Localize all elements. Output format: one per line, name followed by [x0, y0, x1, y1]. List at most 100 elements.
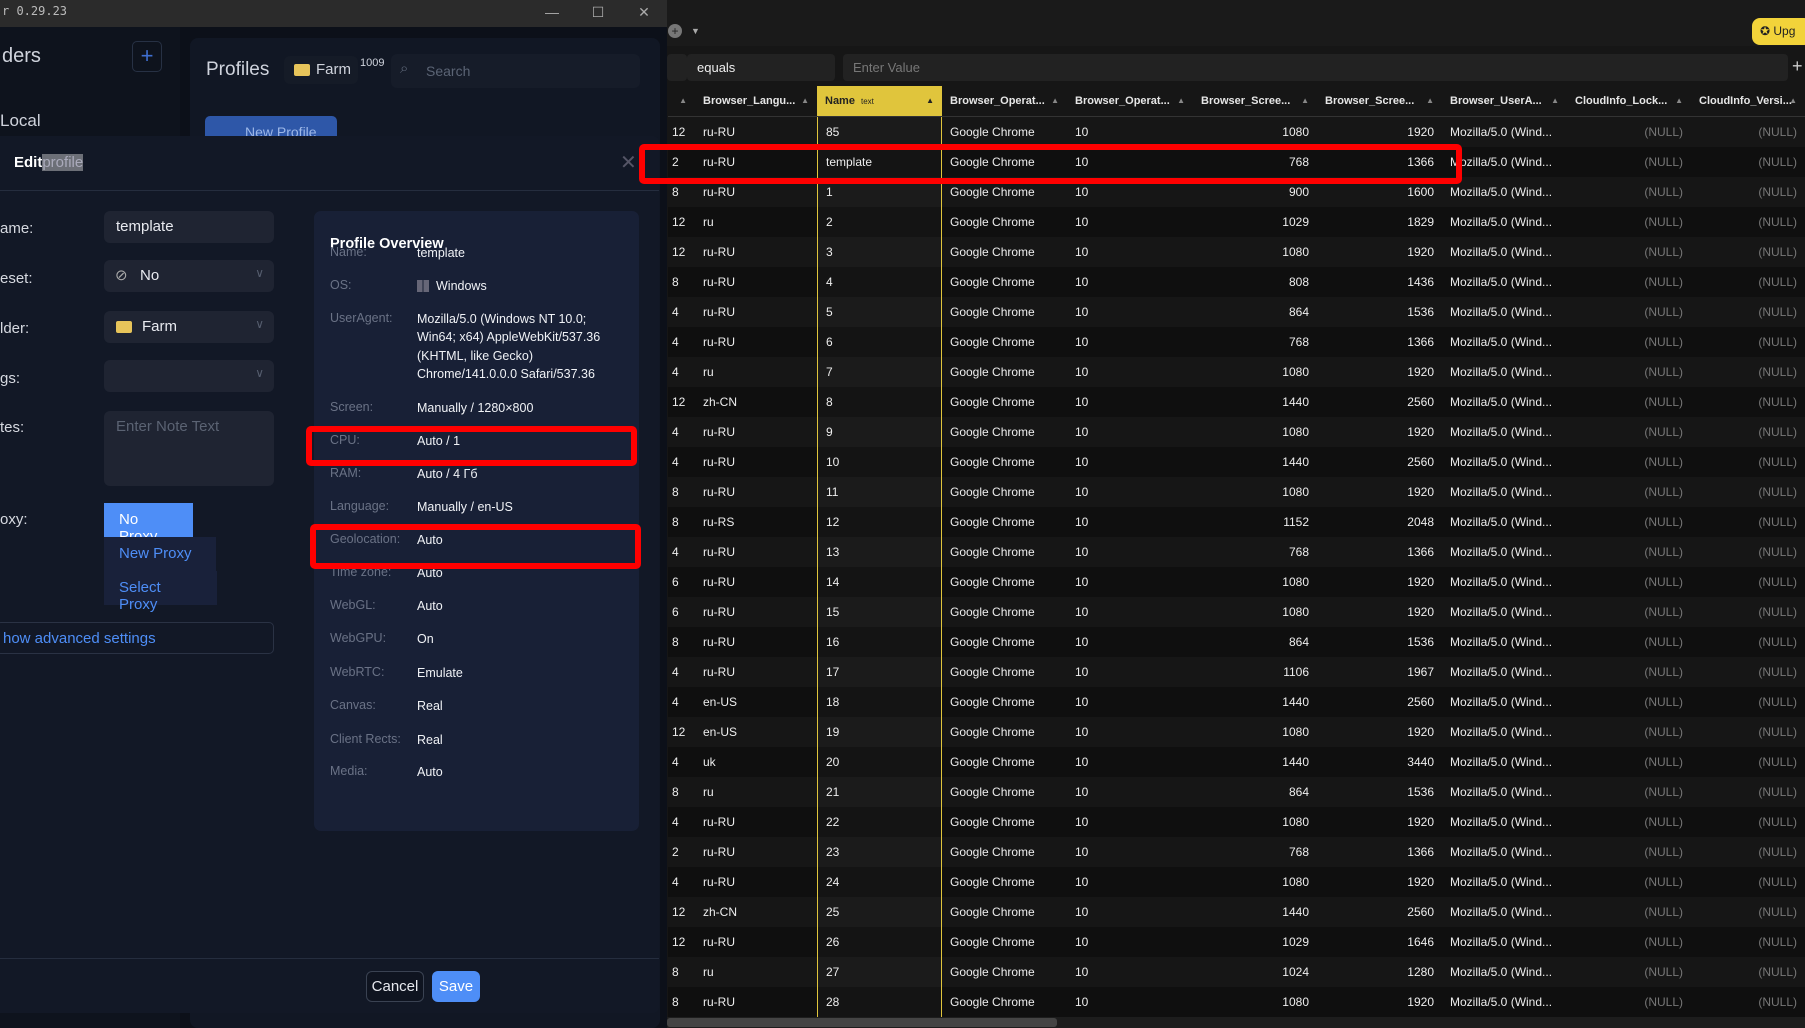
- table-cell[interactable]: (NULL): [1691, 627, 1805, 657]
- table-cell[interactable]: 4: [668, 537, 695, 567]
- table-cell[interactable]: 25: [817, 897, 942, 927]
- table-cell[interactable]: (NULL): [1567, 837, 1691, 867]
- table-cell[interactable]: (NULL): [1567, 267, 1691, 297]
- table-row[interactable]: 12 en-US 19 Google Chrome 10 1080 1920 Mozilla/…: [668, 717, 1805, 747]
- table-cell[interactable]: Google Chrome: [942, 627, 1067, 657]
- table-row[interactable]: 12 zh-CN 8 Google Chrome 10 1440 2560 Mozilla/5…: [668, 387, 1805, 417]
- table-cell[interactable]: 10: [1067, 297, 1193, 327]
- table-cell[interactable]: ru: [695, 357, 817, 387]
- table-row[interactable]: 8 ru-RU 28 Google Chrome 10 1080 1920 Mozilla/5…: [668, 987, 1805, 1017]
- table-cell[interactable]: 3440: [1317, 747, 1442, 777]
- table-cell[interactable]: ru-RU: [695, 987, 817, 1017]
- table-cell[interactable]: Google Chrome: [942, 447, 1067, 477]
- table-cell[interactable]: Google Chrome: [942, 987, 1067, 1017]
- table-cell[interactable]: 85: [817, 117, 942, 147]
- table-cell[interactable]: 10: [1067, 777, 1193, 807]
- table-cell[interactable]: 1440: [1193, 897, 1317, 927]
- table-cell[interactable]: 12: [668, 207, 695, 237]
- table-cell[interactable]: 10: [1067, 507, 1193, 537]
- table-cell[interactable]: 4: [668, 657, 695, 687]
- table-cell[interactable]: (NULL): [1567, 237, 1691, 267]
- table-cell[interactable]: (NULL): [1567, 777, 1691, 807]
- table-cell[interactable]: 28: [817, 987, 942, 1017]
- table-cell[interactable]: (NULL): [1567, 417, 1691, 447]
- table-cell[interactable]: 10: [1067, 837, 1193, 867]
- table-cell[interactable]: (NULL): [1691, 987, 1805, 1017]
- table-cell[interactable]: ru-RU: [695, 237, 817, 267]
- table-cell[interactable]: ru-RU: [695, 327, 817, 357]
- table-cell[interactable]: Google Chrome: [942, 117, 1067, 147]
- table-cell[interactable]: (NULL): [1691, 267, 1805, 297]
- table-cell[interactable]: (NULL): [1567, 537, 1691, 567]
- table-cell[interactable]: 8: [668, 987, 695, 1017]
- table-cell[interactable]: Mozilla/5.0 (Wind...: [1442, 867, 1567, 897]
- table-cell[interactable]: Mozilla/5.0 (Wind...: [1442, 747, 1567, 777]
- table-cell[interactable]: 10: [1067, 207, 1193, 237]
- table-cell[interactable]: 1920: [1317, 867, 1442, 897]
- table-cell[interactable]: (NULL): [1567, 657, 1691, 687]
- select-proxy-button[interactable]: Select Proxy: [104, 571, 217, 613]
- table-cell[interactable]: ru-RU: [695, 297, 817, 327]
- sort-arrow-icon[interactable]: ▲: [1301, 96, 1309, 105]
- column-header[interactable]: CloudInfo_Versi... ▲: [1691, 86, 1805, 117]
- table-cell[interactable]: Mozilla/5.0 (Wind...: [1442, 507, 1567, 537]
- table-cell[interactable]: 4: [668, 447, 695, 477]
- table-cell[interactable]: Mozilla/5.0 (Wind...: [1442, 327, 1567, 357]
- table-cell[interactable]: 27: [817, 957, 942, 987]
- table-cell[interactable]: 1080: [1193, 417, 1317, 447]
- table-cell[interactable]: Mozilla/5.0 (Wind...: [1442, 897, 1567, 927]
- table-cell[interactable]: 8: [668, 627, 695, 657]
- table-cell[interactable]: (NULL): [1691, 807, 1805, 837]
- table-cell[interactable]: 768: [1193, 837, 1317, 867]
- table-cell[interactable]: 10: [1067, 867, 1193, 897]
- table-cell[interactable]: Mozilla/5.0 (Wind...: [1442, 837, 1567, 867]
- table-cell[interactable]: (NULL): [1691, 357, 1805, 387]
- column-header[interactable]: Browser_Operat... ▲: [942, 86, 1067, 117]
- table-cell[interactable]: 7: [817, 357, 942, 387]
- table-cell[interactable]: (NULL): [1691, 207, 1805, 237]
- table-cell[interactable]: 1920: [1317, 117, 1442, 147]
- table-cell[interactable]: Mozilla/5.0 (Wind...: [1442, 417, 1567, 447]
- table-cell[interactable]: Mozilla/5.0 (Wind...: [1442, 987, 1567, 1017]
- table-cell[interactable]: (NULL): [1567, 387, 1691, 417]
- table-cell[interactable]: (NULL): [1691, 417, 1805, 447]
- table-cell[interactable]: Mozilla/5.0 (Wind...: [1442, 537, 1567, 567]
- table-row[interactable]: 4 uk 20 Google Chrome 10 1440 3440 Mozilla/5.0 …: [668, 747, 1805, 777]
- table-cell[interactable]: zh-CN: [695, 897, 817, 927]
- table-cell[interactable]: (NULL): [1567, 927, 1691, 957]
- table-cell[interactable]: 19: [817, 717, 942, 747]
- table-row[interactable]: 4 ru-RU 22 Google Chrome 10 1080 1920 Mozilla/5…: [668, 807, 1805, 837]
- table-row[interactable]: 12 ru-RU 26 Google Chrome 10 1029 1646 Mozilla/…: [668, 927, 1805, 957]
- table-cell[interactable]: 10: [1067, 627, 1193, 657]
- table-cell[interactable]: (NULL): [1567, 327, 1691, 357]
- table-cell[interactable]: en-US: [695, 687, 817, 717]
- table-cell[interactable]: (NULL): [1567, 627, 1691, 657]
- table-cell[interactable]: Google Chrome: [942, 477, 1067, 507]
- table-cell[interactable]: 1920: [1317, 417, 1442, 447]
- table-cell[interactable]: 2560: [1317, 447, 1442, 477]
- maximize-button[interactable]: ☐: [578, 0, 618, 27]
- table-cell[interactable]: 10: [1067, 267, 1193, 297]
- cancel-button[interactable]: Cancel: [366, 971, 424, 1002]
- table-cell[interactable]: 768: [1193, 537, 1317, 567]
- table-cell[interactable]: Mozilla/5.0 (Wind...: [1442, 267, 1567, 297]
- table-row[interactable]: 4 ru-RU 10 Google Chrome 10 1440 2560 Mozilla/5…: [668, 447, 1805, 477]
- table-cell[interactable]: 1024: [1193, 957, 1317, 987]
- table-row[interactable]: 6 ru-RU 14 Google Chrome 10 1080 1920 Mozilla/5…: [668, 567, 1805, 597]
- table-cell[interactable]: (NULL): [1691, 837, 1805, 867]
- table-cell[interactable]: 1920: [1317, 477, 1442, 507]
- table-cell[interactable]: 1080: [1193, 807, 1317, 837]
- table-cell[interactable]: 10: [1067, 417, 1193, 447]
- table-cell[interactable]: Mozilla/5.0 (Wind...: [1442, 597, 1567, 627]
- table-cell[interactable]: Mozilla/5.0 (Wind...: [1442, 357, 1567, 387]
- notes-textarea[interactable]: Enter Note Text: [104, 411, 274, 486]
- table-cell[interactable]: 1920: [1317, 237, 1442, 267]
- table-cell[interactable]: 1366: [1317, 537, 1442, 567]
- table-cell[interactable]: ru-RU: [695, 267, 817, 297]
- table-cell[interactable]: 9: [817, 417, 942, 447]
- table-cell[interactable]: ru-RU: [695, 657, 817, 687]
- table-row[interactable]: 6 ru-RU 15 Google Chrome 10 1080 1920 Mozilla/5…: [668, 597, 1805, 627]
- table-cell[interactable]: (NULL): [1567, 207, 1691, 237]
- table-cell[interactable]: (NULL): [1691, 867, 1805, 897]
- table-cell[interactable]: 1366: [1317, 327, 1442, 357]
